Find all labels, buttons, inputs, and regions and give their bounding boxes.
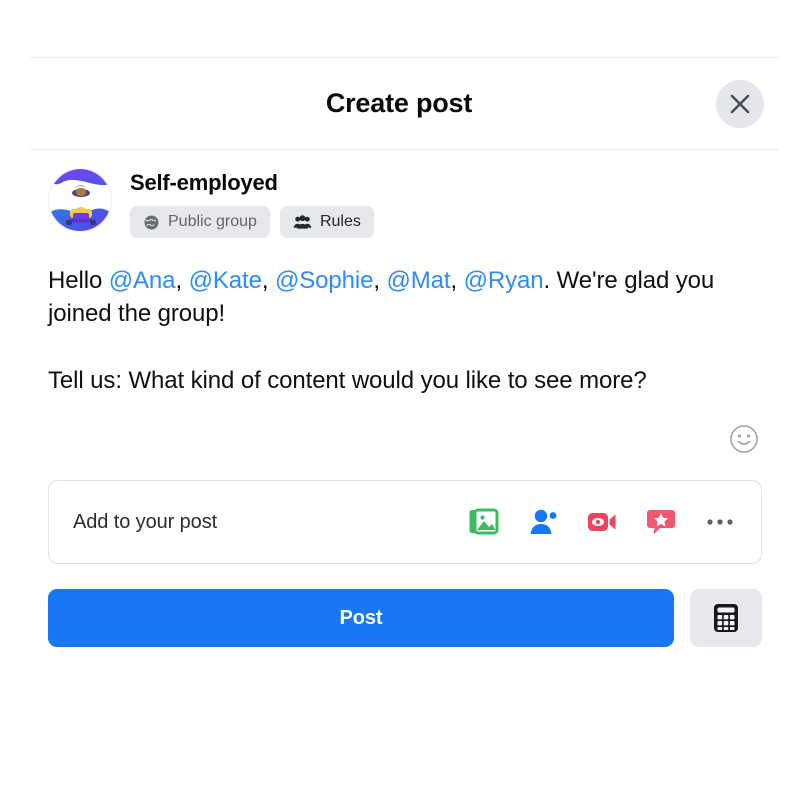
dialog-header: Create post: [30, 57, 780, 150]
mention-ryan[interactable]: @Ryan: [464, 267, 544, 294]
create-post-dialog: Create post Self-employed Public group R…: [30, 57, 780, 647]
mention-sophie[interactable]: @Sophie: [275, 267, 374, 294]
mention-sep-4: ,: [450, 267, 464, 294]
photo-video-button[interactable]: [467, 505, 501, 539]
close-icon: [729, 93, 751, 115]
avatar[interactable]: [48, 168, 112, 232]
group-meta-pills: Public group Rules: [130, 206, 374, 238]
post-button[interactable]: Post: [48, 589, 674, 647]
calculator-icon: [713, 603, 739, 633]
calculator-button[interactable]: [690, 589, 762, 647]
dialog-footer: Post: [30, 564, 780, 647]
mention-mat[interactable]: @Mat: [387, 267, 451, 294]
people-group-icon: [293, 214, 312, 230]
smiley-face-icon: [729, 424, 759, 454]
composer-text-prefix: Hello: [48, 267, 109, 294]
feeling-activity-button[interactable]: [644, 505, 678, 539]
emoji-row: [30, 397, 780, 455]
rules-label: Rules: [319, 213, 361, 230]
live-video-icon: [587, 509, 617, 535]
live-video-button[interactable]: [585, 505, 619, 539]
composer-paragraph-1: Hello @Ana, @Kate, @Sophie, @Mat, @Ryan.…: [48, 264, 762, 330]
add-to-post-actions: [467, 505, 737, 539]
more-options-button[interactable]: [703, 505, 737, 539]
globe-icon: [143, 213, 160, 231]
audience-label: Public group: [168, 213, 257, 230]
photo-video-icon: [469, 508, 499, 536]
feeling-activity-icon: [647, 508, 675, 536]
group-identity: Self-employed Public group Rules: [30, 150, 780, 238]
add-to-your-post-bar[interactable]: Add to your post: [48, 480, 762, 564]
person-with-laptop-avatar-icon: [49, 169, 111, 231]
tag-people-button[interactable]: [526, 505, 560, 539]
add-to-your-post-label: Add to your post: [73, 510, 218, 533]
composer-paragraph-2: Tell us: What kind of content would you …: [48, 367, 647, 394]
group-rules-button[interactable]: Rules: [279, 206, 374, 238]
close-button[interactable]: [716, 79, 764, 128]
add-to-post-wrap: Add to your post: [30, 455, 780, 564]
mention-sep-2: ,: [261, 267, 275, 294]
more-options-icon: [706, 517, 734, 527]
mention-ana[interactable]: @Ana: [109, 267, 176, 294]
post-composer[interactable]: Hello @Ana, @Kate, @Sophie, @Mat, @Ryan.…: [30, 238, 780, 397]
emoji-picker-button[interactable]: [728, 423, 760, 455]
mention-sep-1: ,: [175, 267, 189, 294]
group-identity-text: Self-employed Public group Rules: [130, 168, 374, 238]
group-name: Self-employed: [130, 170, 278, 195]
audience-selector-public-group[interactable]: Public group: [130, 206, 270, 238]
tag-people-icon: [528, 508, 558, 536]
mention-kate[interactable]: @Kate: [189, 267, 262, 294]
page-title: Create post: [325, 88, 473, 118]
mention-sep-3: ,: [373, 267, 387, 294]
